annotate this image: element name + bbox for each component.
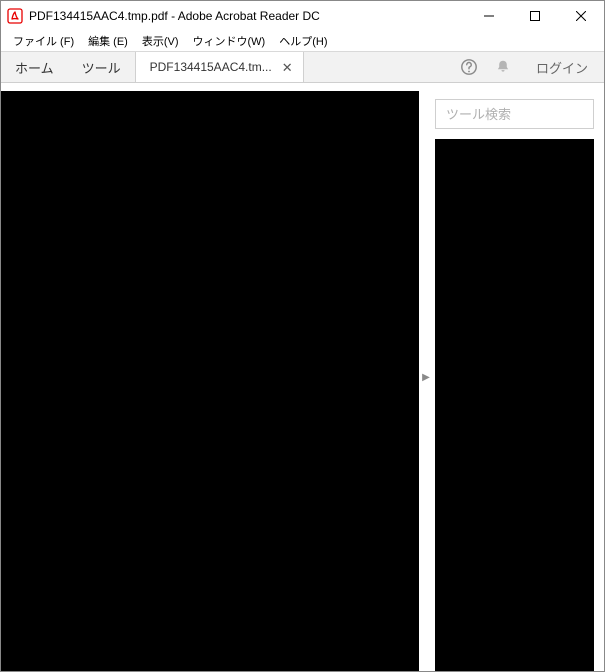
main-area: ▶ (1, 83, 604, 671)
login-button[interactable]: ログイン (520, 52, 604, 82)
help-icon[interactable] (452, 52, 486, 82)
tool-search-input[interactable] (436, 100, 593, 128)
close-button[interactable] (558, 1, 604, 31)
document-page[interactable] (1, 91, 419, 671)
tool-search-box (435, 99, 594, 129)
bell-icon[interactable] (486, 52, 520, 82)
tab-tools[interactable]: ツール (68, 52, 135, 82)
titlebar: PDF134415AAC4.tmp.pdf - Adobe Acrobat Re… (1, 1, 604, 31)
tab-row: ホーム ツール PDF134415AAC4.tm... ✕ ログイン (1, 51, 604, 83)
maximize-button[interactable] (512, 1, 558, 31)
minimize-button[interactable] (466, 1, 512, 31)
menu-help[interactable]: ヘルプ(H) (273, 31, 333, 51)
document-pane (1, 83, 421, 671)
splitter[interactable]: ▶ (421, 83, 431, 671)
tools-panel[interactable] (435, 139, 594, 671)
tab-home[interactable]: ホーム (1, 52, 68, 82)
tab-document[interactable]: PDF134415AAC4.tm... ✕ (135, 52, 304, 82)
close-tab-icon[interactable]: ✕ (282, 61, 293, 74)
tab-document-label: PDF134415AAC4.tm... (150, 60, 272, 74)
window-title: PDF134415AAC4.tmp.pdf - Adobe Acrobat Re… (29, 9, 320, 23)
menu-file[interactable]: ファイル (F) (7, 31, 80, 51)
right-pane (431, 83, 604, 671)
menu-edit[interactable]: 編集 (E) (82, 31, 134, 51)
menu-view[interactable]: 表示(V) (136, 31, 185, 51)
menu-window[interactable]: ウィンドウ(W) (187, 31, 272, 51)
menubar: ファイル (F) 編集 (E) 表示(V) ウィンドウ(W) ヘルプ(H) (1, 31, 604, 51)
chevron-right-icon: ▶ (422, 357, 430, 397)
acrobat-icon (7, 8, 23, 24)
